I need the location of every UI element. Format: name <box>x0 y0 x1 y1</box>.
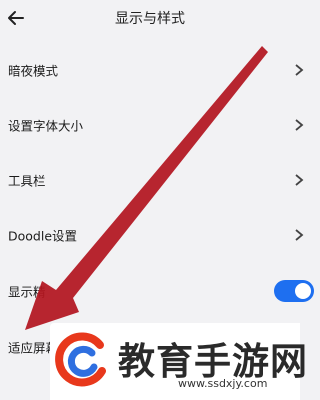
toggle-knob <box>295 283 311 299</box>
setting-label: 显示精 <box>8 284 46 300</box>
watermark: 教育手游网 www.ssdxjy.com <box>50 323 307 400</box>
setting-row-toolbar[interactable]: 工具栏 <box>0 152 304 208</box>
page-title: 显示与样式 <box>115 11 185 27</box>
chevron-right-icon <box>295 119 304 131</box>
top-bar: 显示与样式 <box>0 0 300 36</box>
chevron-right-icon <box>295 174 304 186</box>
setting-row-display: 显示精 <box>0 263 314 319</box>
setting-label: 工具栏 <box>8 173 46 189</box>
setting-row-dark-mode[interactable]: 暗夜模式 <box>0 42 304 98</box>
setting-label: Doodle设置 <box>8 228 78 244</box>
setting-label: 暗夜模式 <box>8 63 59 79</box>
watermark-url: www.ssdxjy.com <box>178 377 268 390</box>
setting-row-doodle[interactable]: Doodle设置 <box>0 207 304 263</box>
setting-row-font-size[interactable]: 设置字体大小 <box>0 97 304 153</box>
site-logo-icon <box>55 332 106 387</box>
chevron-right-icon <box>295 64 304 76</box>
chevron-right-icon <box>295 229 304 241</box>
display-toggle[interactable] <box>274 280 314 302</box>
setting-label: 设置字体大小 <box>8 118 84 134</box>
